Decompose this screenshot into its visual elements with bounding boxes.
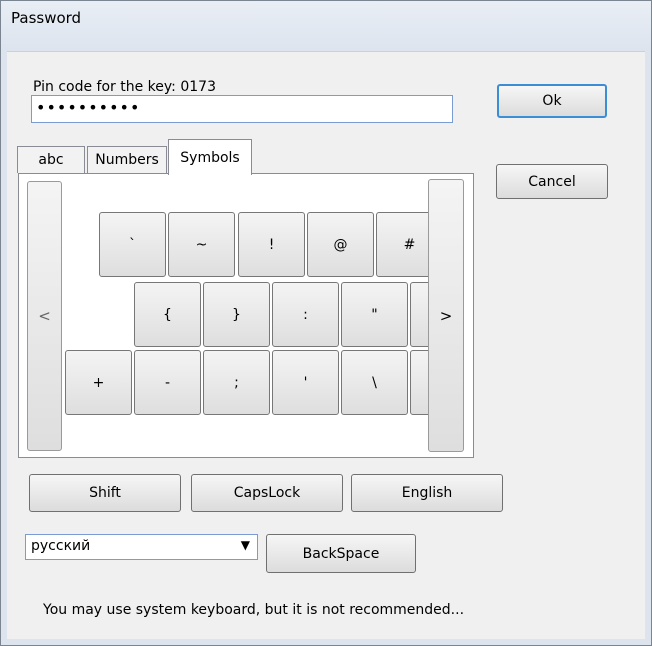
key-tilde[interactable]: ~ — [168, 212, 235, 277]
window-frame-left — [1, 51, 7, 645]
ok-button[interactable]: Ok — [497, 84, 607, 118]
window-frame-right — [645, 51, 651, 645]
window-title: Password — [11, 9, 82, 27]
keyboard-keys: ` ~ ! @ # { } : " + - ; ' \ — [63, 174, 428, 457]
key-backslash[interactable]: \ — [341, 350, 408, 415]
scroll-left-button[interactable]: < — [27, 181, 62, 451]
key-plus[interactable]: + — [65, 350, 132, 415]
cancel-button[interactable]: Cancel — [496, 164, 608, 199]
tab-abc[interactable]: abc — [17, 146, 85, 173]
hint-text: You may use system keyboard, but it is n… — [43, 602, 465, 618]
key-left-brace[interactable]: { — [134, 282, 201, 347]
key-backtick[interactable]: ` — [99, 212, 166, 277]
key-apostrophe[interactable]: ' — [272, 350, 339, 415]
password-dialog: Password Pin code for the key: 0173 ••••… — [0, 0, 652, 646]
key-colon[interactable]: : — [272, 282, 339, 347]
tab-symbols[interactable]: Symbols — [168, 139, 252, 175]
language-select[interactable]: русский ▼ — [25, 534, 258, 560]
chevron-left-icon: < — [38, 307, 51, 325]
tab-numbers[interactable]: Numbers — [87, 146, 167, 173]
pin-code-label: Pin code for the key: 0173 — [33, 79, 216, 95]
chevron-right-icon: > — [439, 306, 453, 325]
language-select-value: русский — [31, 538, 91, 554]
scroll-right-button[interactable]: > — [428, 179, 464, 452]
triangle-down-icon: ▼ — [240, 538, 250, 552]
window-frame-bottom — [1, 639, 651, 645]
shift-button[interactable]: Shift — [29, 474, 181, 512]
key-at[interactable]: @ — [307, 212, 374, 277]
password-input[interactable]: •••••••••• — [31, 95, 453, 123]
key-partial-row2[interactable] — [410, 282, 428, 347]
capslock-button[interactable]: CapsLock — [191, 474, 343, 512]
backspace-button[interactable]: BackSpace — [266, 534, 416, 573]
key-partial-row3[interactable] — [410, 350, 428, 415]
symbols-tab-panel: < ` ~ ! @ # { } : " + - ; ' \ > — [18, 173, 474, 458]
english-button[interactable]: English — [351, 474, 503, 512]
key-hash[interactable]: # — [376, 212, 428, 277]
title-bar[interactable]: Password — [1, 1, 651, 52]
key-right-brace[interactable]: } — [203, 282, 270, 347]
key-minus[interactable]: - — [134, 350, 201, 415]
key-double-quote[interactable]: " — [341, 282, 408, 347]
key-semicolon[interactable]: ; — [203, 350, 270, 415]
key-exclamation[interactable]: ! — [238, 212, 305, 277]
